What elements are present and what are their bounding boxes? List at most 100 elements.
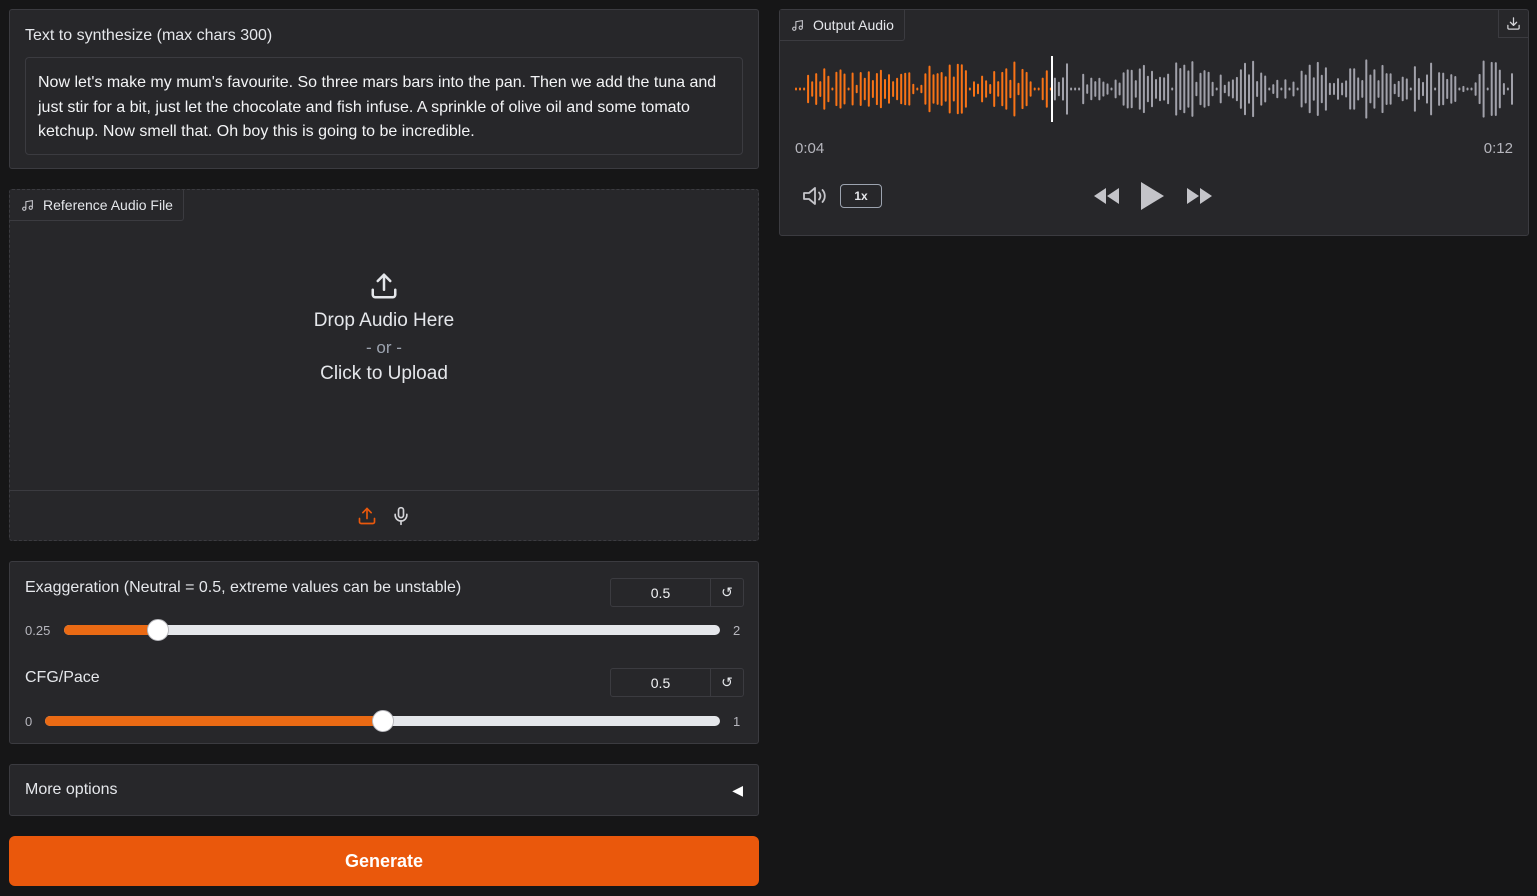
cfg-pace-reset-icon[interactable]: ↺ (711, 669, 743, 696)
waveform[interactable] (794, 56, 1514, 122)
waveform-bar (855, 84, 858, 94)
waveform-bar (1409, 87, 1412, 91)
waveform-bar (1134, 80, 1137, 98)
waveform-bar (1159, 76, 1161, 102)
waveform-bar (1252, 60, 1255, 118)
exaggeration-max: 2 (733, 623, 741, 638)
exaggeration-slider-fill (64, 625, 158, 635)
exaggeration-number-input[interactable]: 0.5 (611, 579, 711, 606)
waveform-bar (839, 69, 842, 109)
waveform-bar (1239, 69, 1242, 109)
waveform-bar (1498, 69, 1501, 109)
waveform-bar (920, 84, 923, 94)
waveform-bar (1470, 87, 1473, 91)
waveform-bar (1466, 87, 1469, 91)
play-icon[interactable] (1136, 178, 1168, 214)
cfg-pace-slider-thumb[interactable] (371, 710, 394, 732)
waveform-bar (1502, 83, 1505, 95)
waveform-bar (1235, 76, 1238, 102)
waveform-bar (1231, 79, 1234, 99)
waveform-bar (1041, 77, 1044, 101)
reference-audio-panel[interactable]: Reference Audio File Drop Audio Here - o… (9, 189, 759, 541)
exaggeration-label: Exaggeration (Neutral = 0.5, extreme val… (25, 579, 462, 596)
waveform-bar (1337, 78, 1339, 100)
rewind-icon[interactable] (1090, 184, 1122, 208)
more-options-accordion[interactable]: More options ◀ (9, 764, 759, 816)
playhead-cursor[interactable] (1051, 56, 1053, 122)
waveform-bar (1118, 82, 1121, 96)
waveform-bar (1474, 82, 1477, 96)
waveform-bar (1264, 75, 1267, 103)
cfg-pace-slider-fill (45, 716, 383, 726)
playback-speed-button[interactable]: 1x (840, 184, 882, 208)
download-icon[interactable] (1498, 10, 1528, 38)
waveform-bar (1175, 62, 1178, 116)
waveform-bar (1506, 87, 1509, 91)
waveform-bar (1037, 87, 1040, 91)
waveform-bar (908, 72, 911, 106)
waveform-bar (1341, 82, 1344, 96)
waveform-bar (1122, 72, 1125, 106)
waveform-bar (1187, 70, 1190, 108)
waveform-bar (1389, 73, 1392, 105)
text-input-panel: Text to synthesize (max chars 300) Now l… (9, 9, 759, 169)
upload-source-icon[interactable] (357, 505, 377, 527)
waveform-bar (1045, 70, 1048, 108)
waveform-bar (1094, 81, 1097, 97)
cfg-pace-slider[interactable] (45, 710, 720, 732)
microphone-icon[interactable] (391, 505, 411, 527)
waveform-bar (819, 81, 822, 97)
waveform-bar (1082, 73, 1085, 105)
volume-icon[interactable] (800, 182, 830, 210)
exaggeration-slider[interactable] (64, 619, 720, 641)
text-input-field[interactable]: Now let's make my mum's favourite. So th… (25, 57, 743, 155)
waveform-bar (1369, 74, 1372, 104)
waveform-bar (795, 87, 797, 91)
waveform-bar (1086, 84, 1089, 94)
waveform-bar (843, 73, 846, 105)
click-to-upload-text[interactable]: Click to Upload (10, 363, 758, 385)
waveform-bar (1349, 68, 1352, 110)
waveform-bar (799, 87, 801, 91)
waveform-bar (952, 76, 955, 102)
waveform-bar (847, 87, 850, 91)
waveform-bar (1458, 87, 1461, 91)
waveform-bar (1195, 81, 1198, 97)
output-audio-label-tag: Output Audio (780, 10, 905, 41)
waveform-bar (1005, 68, 1008, 110)
waveform-bar (1146, 75, 1149, 103)
waveform-bar (1114, 79, 1117, 99)
cfg-pace-number-input[interactable]: 0.5 (611, 669, 711, 696)
waveform-bar (1155, 79, 1157, 99)
generate-button[interactable]: Generate (9, 836, 759, 886)
waveform-bar (1511, 73, 1513, 105)
waveform-bar (1110, 87, 1113, 91)
exaggeration-slider-thumb[interactable] (146, 619, 169, 641)
waveform-bar (900, 73, 903, 105)
text-input-label: Text to synthesize (max chars 300) (25, 27, 273, 44)
waveform-bar (1434, 87, 1437, 91)
waveform-bar (884, 79, 886, 99)
waveform-bar (823, 68, 826, 110)
waveform-bar (1353, 68, 1356, 110)
audio-source-footer (10, 490, 758, 540)
fast-forward-icon[interactable] (1184, 184, 1216, 208)
waveform-bar (1280, 87, 1283, 91)
waveform-bar (1462, 85, 1465, 93)
waveform-bar (1138, 68, 1141, 110)
waveform-bar (1167, 73, 1170, 105)
audio-drop-zone[interactable]: Drop Audio Here - or - Click to Upload (10, 270, 758, 385)
exaggeration-reset-icon[interactable]: ↺ (711, 579, 743, 606)
waveform-bar (1191, 61, 1194, 117)
waveform-bar (851, 72, 854, 106)
waveform-bar (912, 83, 915, 95)
waveform-bar (859, 72, 862, 106)
waveform-bar (1401, 76, 1404, 102)
waveform-bar (1381, 64, 1384, 114)
waveform-bar (973, 81, 975, 97)
waveform-bar (1126, 69, 1129, 109)
waveform-bar (928, 65, 931, 113)
output-audio-panel: Output Audio 0:04 0:12 1x (779, 9, 1529, 236)
waveform-bar (827, 75, 830, 103)
waveform-bar (944, 76, 947, 102)
